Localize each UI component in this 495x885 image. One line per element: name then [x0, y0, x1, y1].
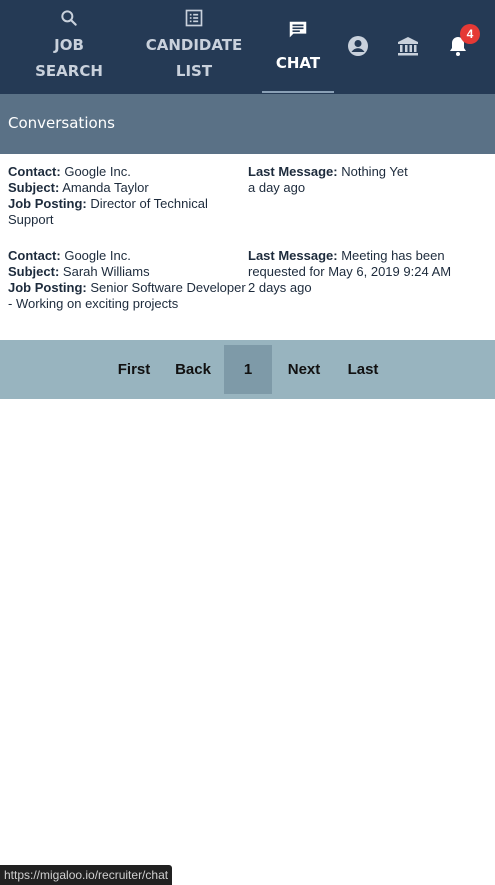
conversation-row[interactable]: Contact: Google Inc. Subject: Amanda Tay…: [0, 164, 495, 248]
chat-icon: [287, 20, 309, 40]
last-message-value: Nothing Yet: [341, 164, 408, 179]
nav-chat-label: CHAT: [275, 54, 321, 72]
subject-value: Sarah Williams: [62, 264, 150, 279]
nav-candidate-list[interactable]: CANDIDATE LIST: [143, 0, 245, 94]
pagination: First Back 1 Next Last: [0, 340, 495, 399]
contact-label: Contact:: [8, 248, 61, 263]
search-icon: [59, 8, 79, 28]
top-nav: JOB SEARCH CANDIDATE LIST CHAT 4: [0, 0, 495, 94]
contact-value: Google Inc.: [64, 164, 131, 179]
contact-value: Google Inc.: [64, 248, 131, 263]
conversation-last-message: Last Message: Meeting has been requested…: [248, 248, 488, 296]
contact-label: Contact:: [8, 164, 61, 179]
conversation-details: Contact: Google Inc. Subject: Sarah Will…: [8, 248, 246, 312]
conversation-list: Contact: Google Inc. Subject: Amanda Tay…: [0, 164, 495, 332]
conversation-row[interactable]: Contact: Google Inc. Subject: Sarah Will…: [0, 248, 495, 332]
conversation-last-message: Last Message: Nothing Yet a day ago: [248, 164, 488, 196]
list-icon: [184, 8, 204, 28]
subject-label: Subject:: [8, 264, 60, 279]
bank-icon[interactable]: [396, 34, 420, 58]
nav-candidate-list-label: CANDIDATE LIST: [145, 36, 243, 80]
pagination-next-button[interactable]: Next: [280, 340, 328, 399]
active-tab-indicator: [262, 91, 334, 93]
pagination-first-button[interactable]: First: [112, 340, 156, 399]
nav-job-search[interactable]: JOB SEARCH: [24, 0, 114, 94]
status-bar-url: https://migaloo.io/recruiter/chat: [0, 865, 173, 885]
message-time: a day ago: [248, 180, 306, 195]
conversation-details: Contact: Google Inc. Subject: Amanda Tay…: [8, 164, 246, 228]
conversations-title: Conversations: [8, 114, 115, 132]
job-posting-label: Job Posting:: [8, 196, 87, 211]
message-time: 2 days ago: [248, 280, 312, 295]
last-message-label: Last Message:: [248, 164, 338, 179]
job-posting-label: Job Posting:: [8, 280, 87, 295]
last-message-label: Last Message:: [248, 248, 338, 263]
account-icon[interactable]: [346, 34, 370, 58]
pagination-back-button[interactable]: Back: [170, 340, 216, 399]
nav-job-search-label: JOB SEARCH: [35, 36, 103, 80]
pagination-current-page[interactable]: 1: [224, 345, 272, 394]
notification-count-badge: 4: [460, 24, 480, 44]
pagination-last-button[interactable]: Last: [342, 340, 384, 399]
subject-label: Subject:: [8, 180, 60, 195]
subject-value: Amanda Taylor: [62, 180, 149, 195]
nav-chat[interactable]: CHAT: [262, 0, 334, 94]
conversations-header: Conversations: [0, 94, 495, 154]
